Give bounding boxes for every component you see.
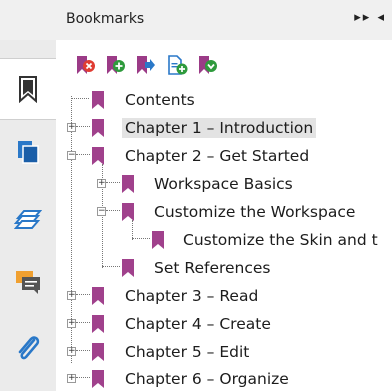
tree-row-label: Chapter 3 – Read [125,287,259,305]
comments-panel-button[interactable] [0,252,56,312]
bookmark-icon [92,343,104,361]
bookmark-icon [92,119,104,137]
delete-bookmark-icon [77,56,95,74]
collapse-toggle[interactable]: − [97,207,106,216]
tree-row[interactable]: + Chapter 5 – Edit [56,338,392,364]
tree-row-label: Workspace Basics [154,175,293,193]
add-child-bookmark-button[interactable] [134,54,158,78]
bookmarks-panel-button[interactable] [0,58,56,120]
delete-bookmark-button[interactable] [74,54,98,78]
tree-row-label: Chapter 4 – Create [125,315,271,333]
panel-header: Bookmarks ▸▸ ◂ [0,0,392,40]
bookmark-icon [92,147,104,165]
paperclip-icon [18,336,40,360]
bookmark-icon [19,76,37,103]
tree-row[interactable]: + Chapter 4 – Create [56,310,392,336]
expand-bookmark-button[interactable] [196,54,220,78]
expand-toggle[interactable]: + [67,347,76,356]
tree-row[interactable]: + Workspace Basics [56,170,392,196]
collapse-toggle[interactable]: − [67,151,76,160]
tree-row[interactable]: + Chapter 1 – Introduction [56,114,392,140]
bookmarks-toolbar [56,40,392,86]
child-bookmark-icon [137,56,155,74]
expand-toggle[interactable]: + [67,319,76,328]
tree-row-label: Contents [125,91,195,109]
tree-row-label: Chapter 2 – Get Started [125,147,310,165]
tree-row[interactable]: + Chapter 6 – Organize [56,365,392,391]
attachments-panel-button[interactable] [0,318,56,378]
bookmark-icon [92,315,104,333]
layers-panel-button[interactable] [0,190,56,250]
bookmark-icon [122,203,134,221]
tree-row[interactable]: Customize the Skin and t [56,226,392,252]
navigation-sidebar [0,40,56,391]
tree-row[interactable]: Set References [56,254,392,280]
expand-toggle[interactable]: + [67,123,76,132]
document-add-icon [168,55,188,75]
bookmark-expand-icon [199,56,217,74]
layers-icon [14,210,42,229]
expand-toggle[interactable]: + [67,291,76,300]
tree-row[interactable]: + Chapter 3 – Read [56,282,392,308]
comment-icon [16,271,40,294]
tree-row-label: Customize the Workspace [154,203,356,221]
tree-row-label: Chapter 1 – Introduction [122,118,317,138]
bookmark-icon [122,175,134,193]
tree-row-label: Chapter 5 – Edit [125,343,250,361]
bookmarks-panel: Contents + Chapter 1 – Introduction − Ch… [56,40,392,391]
add-bookmark-button[interactable] [104,54,128,78]
tree-row[interactable]: − Customize the Workspace [56,198,392,224]
expand-toggle[interactable]: + [67,374,76,383]
bookmark-icon [92,287,104,305]
tree-row[interactable]: Contents [56,86,392,112]
bookmark-icon [152,231,164,249]
panel-collapse-controls[interactable]: ▸▸ ◂ [354,10,386,25]
tree-row-label: Set References [154,259,271,277]
add-bookmark-icon [107,56,125,74]
tree-row[interactable]: − Chapter 2 – Get Started [56,142,392,168]
panel-title: Bookmarks [66,11,145,27]
pages-icon [18,141,39,164]
expand-toggle[interactable]: + [97,179,106,188]
bookmark-icon [122,259,134,277]
tree-row-label: Chapter 6 – Organize [125,370,289,388]
bookmark-icon [92,370,104,388]
new-bookmark-from-structure-button[interactable] [166,54,190,78]
bookmark-icon [92,91,104,109]
pages-panel-button[interactable] [0,122,56,182]
tree-row-label: Customize the Skin and t [183,231,378,249]
